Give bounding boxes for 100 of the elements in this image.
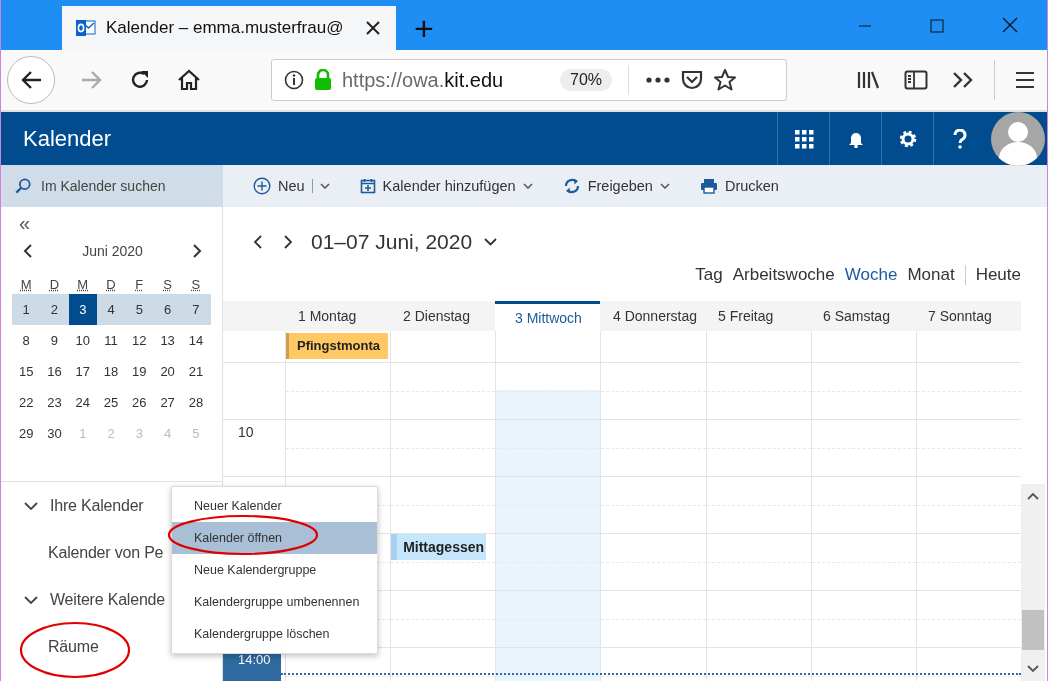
maximize-icon[interactable] [930,19,944,33]
today-button[interactable]: Heute [975,265,1021,285]
date-cell[interactable]: 23 [40,387,69,418]
date-cell[interactable]: 10 [68,325,97,356]
date-cell[interactable]: 22 [12,387,41,418]
date-cell[interactable]: 8 [12,325,41,356]
search-icon [15,177,31,195]
date-cell[interactable]: 27 [153,387,182,418]
caret-icon[interactable] [484,238,498,246]
close-icon[interactable] [366,21,380,35]
date-cell[interactable]: 16 [40,356,69,387]
back-button[interactable] [7,56,55,104]
menu-item[interactable]: Kalendergruppe löschen [172,618,377,650]
weekday-label: D [48,277,61,292]
day-header[interactable]: 5 Freitag [705,301,810,331]
day-header[interactable]: 2 Dienstag [390,301,495,331]
day-header[interactable]: 1 Montag [285,301,390,331]
date-cell[interactable]: 12 [125,325,154,356]
day-header[interactable]: 4 Donnerstag [600,301,705,331]
pocket-icon[interactable] [681,70,704,90]
scroll-up-icon[interactable] [1027,492,1039,500]
chevron-right-icon[interactable] [192,244,202,258]
date-cell[interactable]: 19 [125,356,154,387]
date-cell[interactable]: 15 [12,356,41,387]
date-cell[interactable]: 18 [96,356,126,387]
menu-item[interactable]: Kalendergruppe umbenennen [172,586,377,618]
folder-group-label[interactable]: Weitere Kalende [50,590,165,609]
weekday-label: M [76,277,90,292]
command-button[interactable]: Drucken [699,178,779,194]
view-tab[interactable]: Woche [844,265,898,285]
chevron-left-icon[interactable] [253,235,263,249]
day-header[interactable]: 3 Mittwoch [495,301,600,331]
caret-icon [659,183,670,189]
home-icon[interactable] [177,69,201,91]
time-label: 10 [237,423,255,440]
info-icon[interactable] [284,70,304,90]
star-icon[interactable] [713,68,738,92]
calendar-event[interactable]: Mittagessen [391,534,487,560]
zoom-badge[interactable]: 70% [560,69,613,91]
search-field[interactable]: Im Kalender suchen [1,165,223,207]
date-cell[interactable]: 25 [96,387,126,418]
calendar-item[interactable]: Kalender von Pe [48,543,164,562]
day-header[interactable]: 6 Samstag [810,301,915,331]
command-button[interactable]: Freigeben [562,177,670,195]
date-cell[interactable]: 2 [40,294,69,325]
sidebar-icon[interactable] [904,70,928,90]
more-icon[interactable] [645,76,672,84]
reload-icon[interactable] [129,69,151,91]
menu-item[interactable]: Neue Kalendergruppe [172,554,377,586]
printer-icon [699,178,718,194]
weekday-label: S [162,277,173,292]
date-cell[interactable]: 7 [181,294,211,325]
date-cell[interactable]: 3 [68,294,97,325]
date-cell[interactable]: 28 [181,387,211,418]
calendar-item[interactable]: Räume [48,637,99,656]
address-bar[interactable]: https://owa.kit.edu 70% [271,59,787,101]
date-cell[interactable]: 30 [40,418,69,449]
day-header[interactable]: 7 Sonntag [915,301,1020,331]
date-cell[interactable]: 13 [153,325,182,356]
date-cell[interactable]: 9 [40,325,69,356]
browser-tab[interactable]: Kalender – emma.musterfrau@ [62,6,396,50]
date-cell[interactable]: 14 [181,325,211,356]
scrollbar-thumb[interactable] [1022,610,1044,650]
overflow-icon[interactable] [952,71,974,89]
scrollbar[interactable] [1021,484,1045,681]
menu-item[interactable]: Neuer Kalender [172,490,377,522]
new-tab-button[interactable]: + [396,6,452,50]
date-cell[interactable]: 29 [12,418,41,449]
date-cell[interactable]: 6 [153,294,182,325]
caret-icon [319,183,330,189]
date-cell[interactable]: 20 [153,356,182,387]
all-day-event[interactable]: Pfingstmonta [286,333,389,359]
date-cell[interactable]: 4 [96,294,126,325]
command-button[interactable]: Neu [253,177,330,195]
folder-group-label[interactable]: Ihre Kalender [50,496,144,515]
avatar-icon[interactable] [991,111,1045,166]
chevron-icon[interactable] [24,500,38,511]
date-range-title[interactable]: 01–07 Juni, 2020 [311,230,473,254]
date-cell[interactable]: 5 [125,294,154,325]
date-cell[interactable]: 11 [96,325,126,356]
view-tab[interactable]: Tag [695,265,723,285]
library-icon[interactable] [856,70,880,90]
date-cell[interactable]: 26 [125,387,154,418]
date-cell[interactable]: 21 [181,356,211,387]
command-button[interactable]: Kalender hinzufügen [359,178,533,194]
search-input[interactable]: Im Kalender suchen [39,177,223,195]
chevron-right-icon[interactable] [283,235,293,249]
chevron-left-icon[interactable] [23,244,33,258]
collapse-button[interactable]: « [1,213,222,233]
time-label: 14:00 [237,651,272,667]
view-tab[interactable]: Arbeitswoche [732,265,835,285]
view-tab[interactable]: Monat [907,265,955,285]
weekday-label: D [105,277,117,292]
scroll-down-icon[interactable] [1027,665,1039,673]
menu-icon[interactable] [1015,71,1035,89]
date-cell[interactable]: 1 [12,294,41,325]
chevron-icon[interactable] [24,594,38,605]
date-cell[interactable]: 24 [68,387,97,418]
menu-item[interactable]: Kalender öffnen [172,522,377,554]
date-cell[interactable]: 17 [68,356,97,387]
